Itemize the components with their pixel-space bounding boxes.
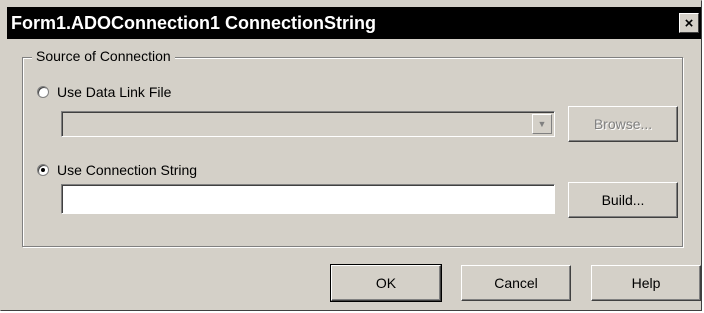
use-data-link-file-option[interactable]: Use Data Link File [37, 83, 171, 101]
connection-string-label: Use Connection String [57, 162, 198, 178]
connection-string-input[interactable] [61, 184, 555, 214]
ok-button[interactable]: OK [330, 264, 442, 302]
cancel-button[interactable]: Cancel [461, 265, 571, 301]
use-connection-string-option[interactable]: Use Connection String [37, 161, 197, 179]
data-link-file-combo: ▼ [61, 111, 555, 137]
help-button[interactable]: Help [591, 265, 701, 301]
data-link-file-radio[interactable] [37, 86, 49, 98]
close-icon: × [684, 15, 694, 32]
browse-button-label: Browse... [593, 116, 653, 132]
ok-button-label: OK [375, 275, 397, 291]
cancel-button-label: Cancel [494, 275, 538, 291]
dialog-title: Form1.ADOConnection1 ConnectionString [11, 13, 377, 33]
build-button-label: Build... [601, 192, 645, 208]
group-label: Source of Connection [32, 47, 175, 65]
help-button-label: Help [631, 275, 661, 291]
build-button[interactable]: Build... [568, 182, 678, 218]
title-bar[interactable]: Form1.ADOConnection1 ConnectionString × [7, 7, 701, 39]
connection-string-dialog: Form1.ADOConnection1 ConnectionString × … [0, 0, 702, 311]
chevron-down-icon: ▼ [532, 114, 552, 134]
radio-selected-dot [41, 168, 45, 172]
close-button[interactable]: × [679, 13, 699, 33]
browse-button: Browse... [568, 106, 678, 142]
data-link-file-label: Use Data Link File [57, 84, 172, 100]
connection-string-radio[interactable] [37, 164, 49, 176]
